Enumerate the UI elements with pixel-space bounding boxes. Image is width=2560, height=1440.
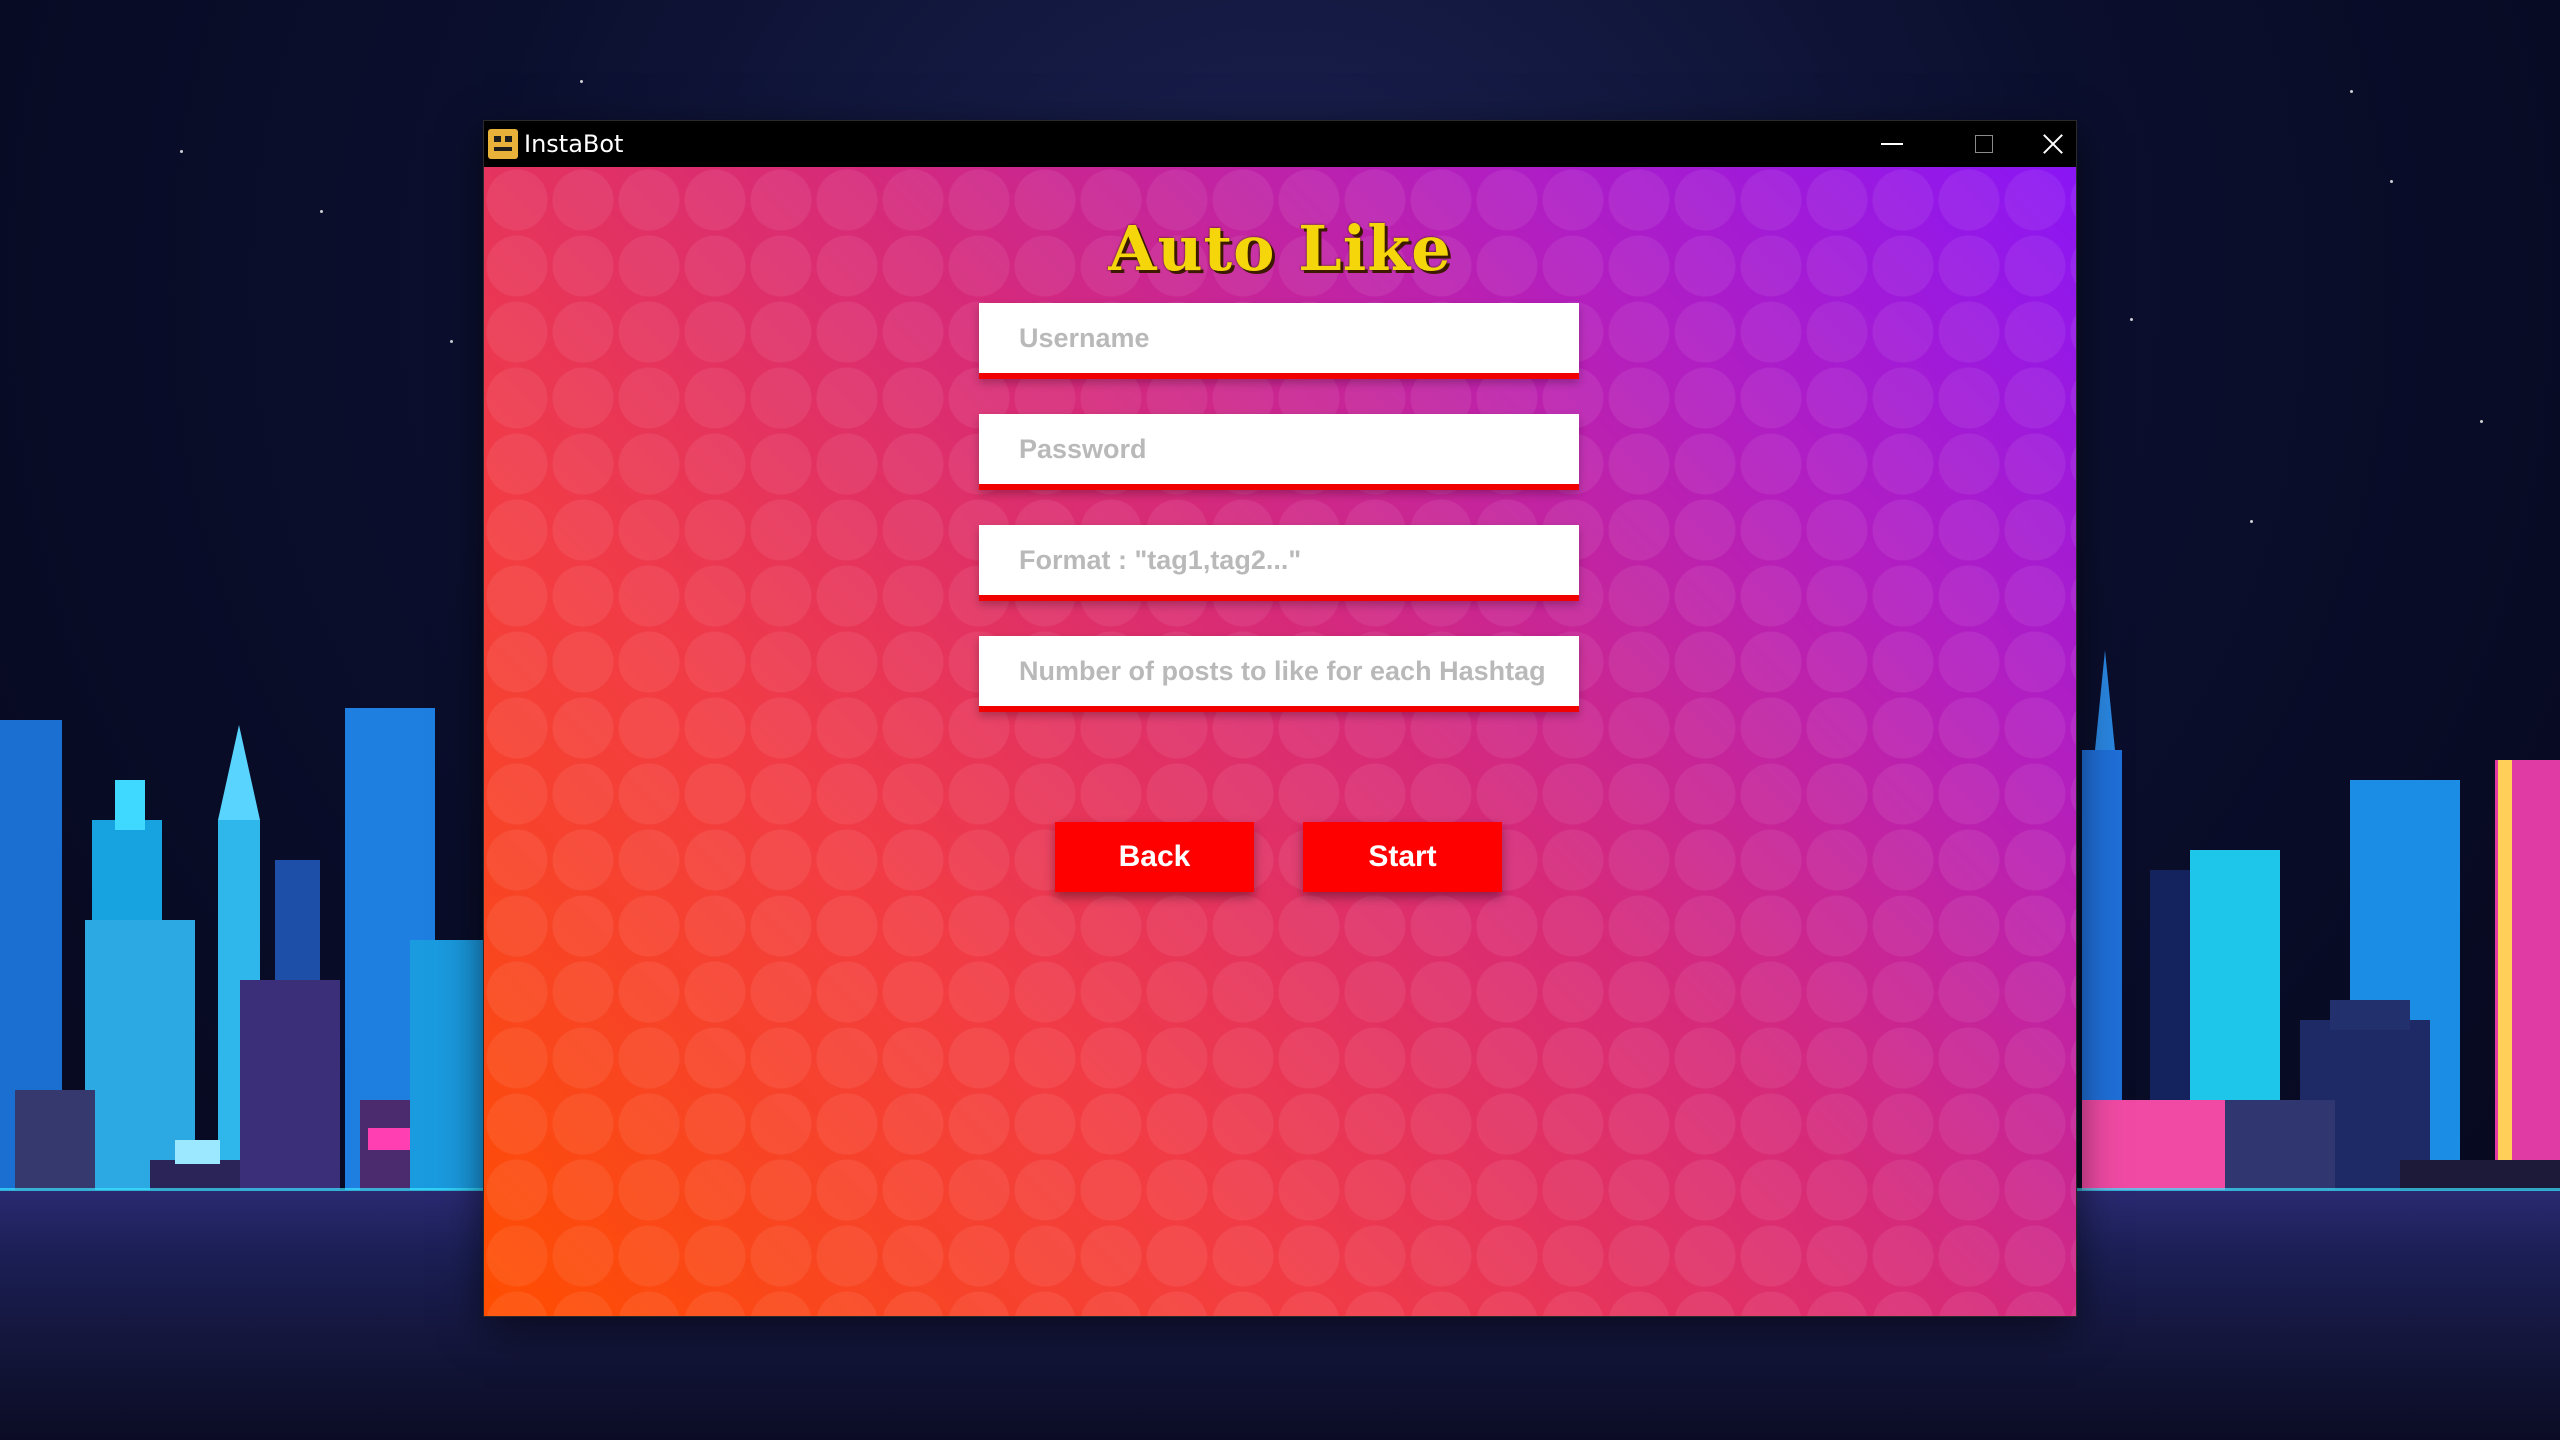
maximize-icon	[1975, 135, 1993, 153]
title-bar[interactable]: InstaBot	[484, 121, 2076, 167]
star	[580, 80, 583, 83]
close-button[interactable]	[2030, 121, 2076, 167]
back-button[interactable]: Back	[1055, 822, 1254, 892]
start-button[interactable]: Start	[1303, 822, 1502, 892]
star	[180, 150, 183, 153]
posts-per-hashtag-input[interactable]	[979, 636, 1579, 712]
close-icon	[2042, 133, 2064, 155]
password-input[interactable]	[979, 414, 1579, 490]
star	[2480, 420, 2483, 423]
star	[450, 340, 453, 343]
hashtags-input[interactable]	[979, 525, 1579, 601]
star	[2350, 90, 2353, 93]
auto-like-panel: Auto Like Back Start	[484, 167, 2076, 1316]
page-title: Auto Like	[1108, 212, 1452, 285]
window-title: InstaBot	[524, 130, 624, 158]
star	[320, 210, 323, 213]
star	[2250, 520, 2253, 523]
maximize-button[interactable]	[1938, 121, 2030, 167]
robot-face-icon	[488, 129, 518, 159]
minimize-icon	[1881, 143, 1903, 145]
star	[2390, 180, 2393, 183]
app-window: InstaBot Auto Like Back Start	[484, 121, 2076, 1316]
star	[2130, 318, 2133, 321]
minimize-button[interactable]	[1846, 121, 1938, 167]
username-input[interactable]	[979, 303, 1579, 379]
